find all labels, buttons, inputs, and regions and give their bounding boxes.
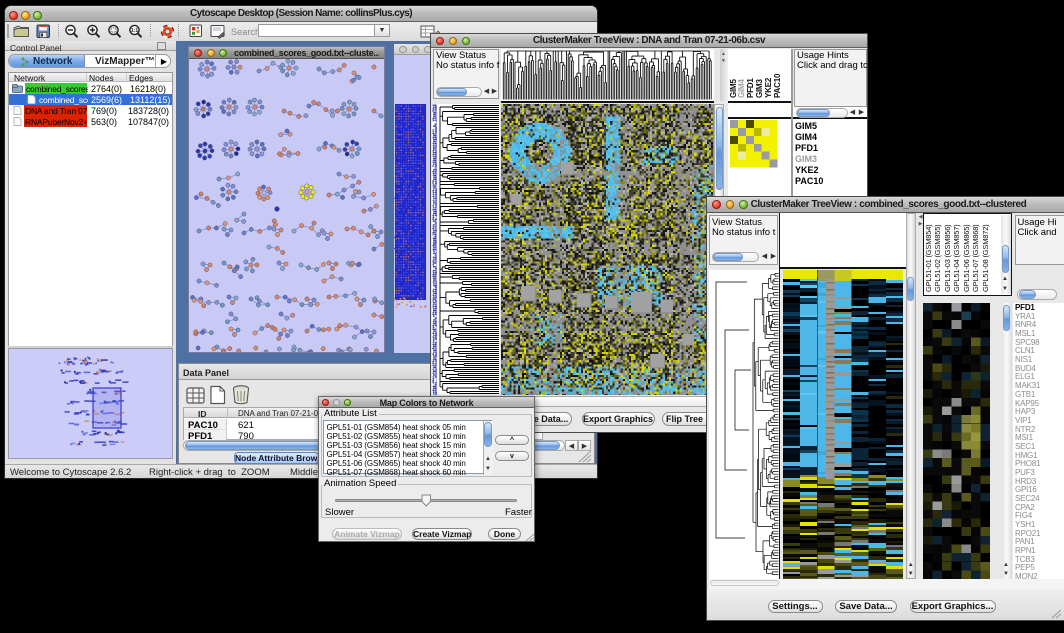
svg-text:1:1: 1:1 (131, 28, 138, 34)
